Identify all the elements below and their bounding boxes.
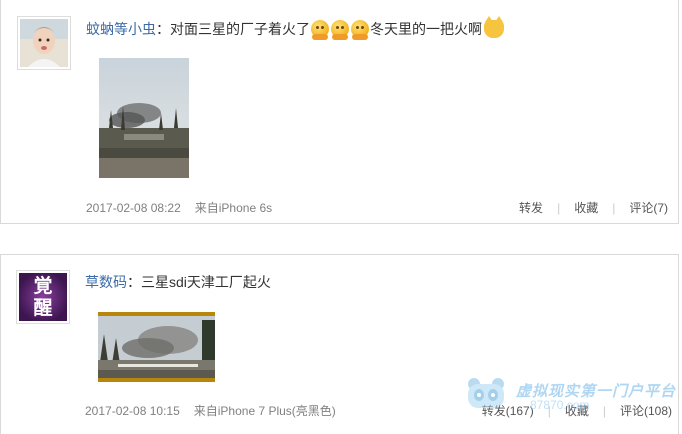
post-body-text: ：对面三星的厂子着火了 — [156, 21, 310, 37]
post-body-text-2: 冬天里的一把火啊 — [370, 21, 482, 37]
post-actions: 转发(167) | 收藏 | 评论(108) — [482, 402, 672, 419]
post-meta: 2017-02-08 10:15 来自iPhone 7 Plus(亮黑色) — [85, 402, 336, 419]
cat-emoji-icon — [484, 16, 504, 38]
avatar-image — [20, 19, 68, 67]
timestamp[interactable]: 2017-02-08 08:22 — [86, 201, 181, 215]
username-link[interactable]: 蚊蚋等小虫 — [86, 21, 156, 37]
post-photo[interactable] — [99, 58, 189, 178]
post-photo[interactable] — [98, 312, 215, 382]
action-divider: | — [557, 201, 561, 215]
avatar-text-1: 覚 — [33, 275, 53, 297]
hug-emoji-icon — [311, 20, 329, 40]
avatar[interactable] — [17, 16, 71, 70]
avatar[interactable]: 覚 醒 — [16, 270, 70, 324]
timestamp[interactable]: 2017-02-08 10:15 — [85, 404, 180, 418]
favorite-button[interactable]: 收藏 — [565, 404, 589, 418]
post-card: 蚊蚋等小虫：对面三星的厂子着火了 冬天里的一把火啊 2017-02-08 08:2… — [0, 0, 679, 224]
comment-button[interactable]: 评论(7) — [629, 201, 668, 215]
post-text: 草数码：三星sdi天津工厂起火 — [85, 272, 271, 292]
avatar-text-2: 醒 — [33, 297, 53, 319]
action-divider: | — [547, 404, 551, 418]
avatar-image: 覚 醒 — [19, 273, 67, 321]
action-divider: | — [602, 404, 606, 418]
repost-button[interactable]: 转发 — [519, 201, 543, 215]
hug-emoji-icon — [351, 20, 369, 40]
repost-button[interactable]: 转发(167) — [482, 404, 534, 418]
comment-button[interactable]: 评论(108) — [620, 404, 672, 418]
hug-emoji-icon — [331, 20, 349, 40]
favorite-button[interactable]: 收藏 — [574, 201, 598, 215]
username-link[interactable]: 草数码 — [85, 274, 127, 290]
post-source: 来自iPhone 6s — [194, 201, 273, 215]
post-actions: 转发 | 收藏 | 评论(7) — [519, 199, 668, 216]
post-text: 蚊蚋等小虫：对面三星的厂子着火了 冬天里的一把火啊 — [86, 16, 504, 40]
post-meta: 2017-02-08 08:22 来自iPhone 6s — [86, 199, 272, 216]
post-source: 来自iPhone 7 Plus(亮黑色) — [193, 404, 336, 418]
action-divider: | — [612, 201, 616, 215]
post-body-text: ：三星sdi天津工厂起火 — [127, 274, 271, 290]
